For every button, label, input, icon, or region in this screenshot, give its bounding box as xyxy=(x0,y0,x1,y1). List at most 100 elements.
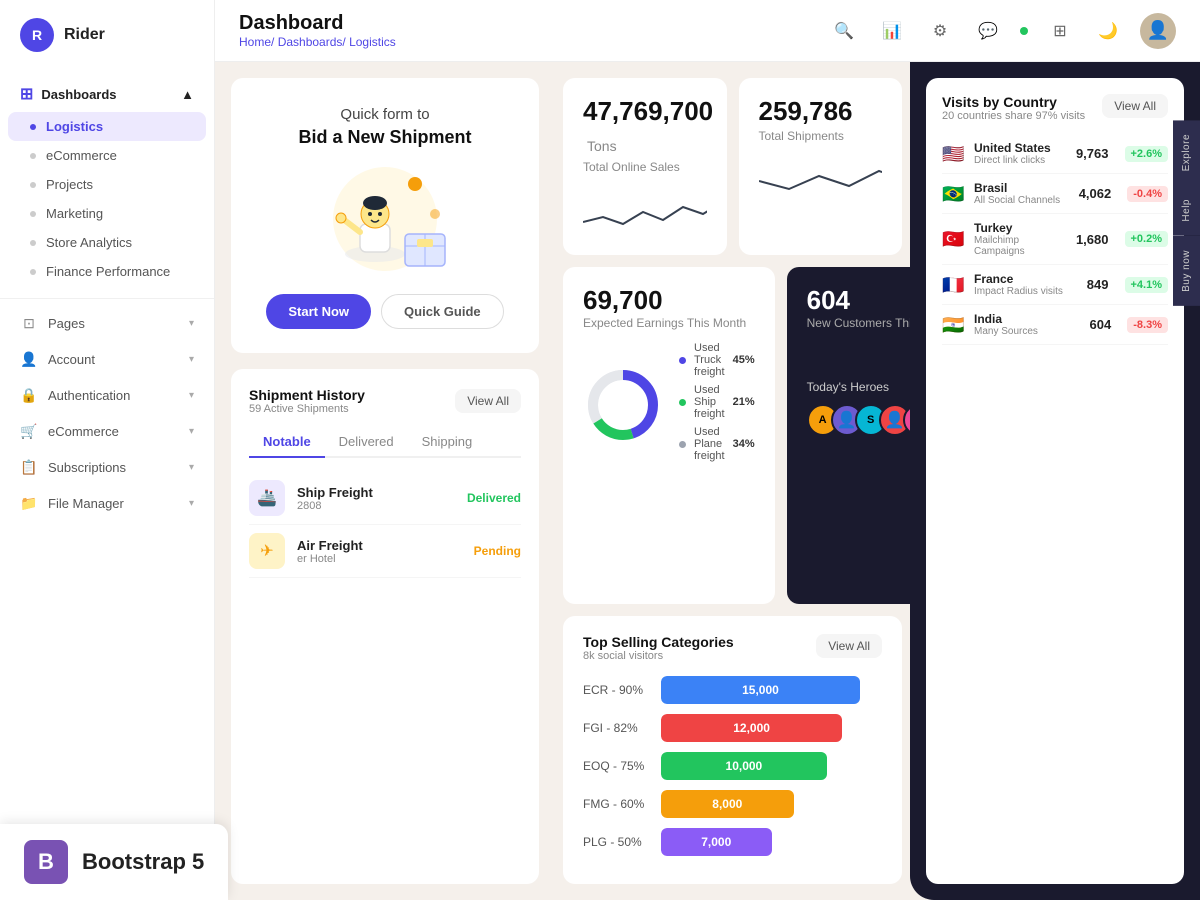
category-label: EOQ - 75% xyxy=(583,759,653,773)
promo-illustration xyxy=(305,164,465,274)
avatar[interactable]: 👤 xyxy=(1140,13,1176,49)
country-info: Brasil All Social Channels xyxy=(974,181,1071,206)
ecommerce-label: eCommerce xyxy=(48,424,119,439)
country-list: 🇺🇸 United States Direct link clicks 9,76… xyxy=(942,134,1168,345)
sidebar-item-label: Projects xyxy=(46,177,93,192)
country-item: 🇺🇸 United States Direct link clicks 9,76… xyxy=(942,134,1168,174)
online-sales-chart xyxy=(583,182,707,237)
chevron-icon: ▾ xyxy=(189,354,194,365)
sidebar-item-ecommerce-top[interactable]: 🛒 eCommerce ▾ xyxy=(0,413,214,449)
country-value: 4,062 xyxy=(1079,186,1112,201)
categories-card: Top Selling Categories 8k social visitor… xyxy=(563,616,902,884)
breadcrumb-home: Home/ xyxy=(239,35,278,49)
category-bar: 8,000 xyxy=(661,790,794,818)
account-icon: 👤 xyxy=(20,350,38,368)
bootstrap-icon: B xyxy=(24,840,68,884)
search-icon[interactable]: 🔍 xyxy=(828,15,860,47)
logo[interactable]: R Rider xyxy=(0,0,214,70)
sidebar-item-projects[interactable]: Projects xyxy=(0,170,214,199)
ship-id: 2808 xyxy=(297,500,455,512)
divider xyxy=(0,298,214,299)
country-value: 9,763 xyxy=(1076,146,1109,161)
country-info: India Many Sources xyxy=(974,312,1082,337)
sidebar-item-label: Store Analytics xyxy=(46,235,132,250)
ship-name: Ship Freight xyxy=(297,485,455,500)
shipment-title: Shipment History xyxy=(249,387,365,403)
help-tab[interactable]: Help xyxy=(1173,185,1200,236)
chat-icon[interactable]: 💬 xyxy=(972,15,1004,47)
grid-icon[interactable]: ⊞ xyxy=(1044,15,1076,47)
ship-value: 21% xyxy=(733,396,755,408)
country-item: 🇮🇳 India Many Sources 604 -8.3% xyxy=(942,305,1168,345)
countries-view-all-button[interactable]: View All xyxy=(1102,94,1168,118)
sidebar-item-store-analytics[interactable]: Store Analytics xyxy=(0,228,214,257)
logo-icon: R xyxy=(20,18,54,52)
shipment-view-all-button[interactable]: View All xyxy=(455,389,521,413)
chevron-up-icon: ▲ xyxy=(181,87,194,102)
dashboards-label: Dashboards xyxy=(41,87,116,102)
sidebar-item-label: Logistics xyxy=(46,119,103,134)
filemanager-icon: 📁 xyxy=(20,494,38,512)
country-change: -0.4% xyxy=(1127,186,1168,202)
tab-notable[interactable]: Notable xyxy=(249,427,325,458)
promo-card: Quick form to Bid a New Shipment xyxy=(231,78,539,353)
buy-now-tab[interactable]: Buy now xyxy=(1173,236,1200,306)
pages-icon: ⊡ xyxy=(20,314,38,332)
country-info: France Impact Radius visits xyxy=(974,272,1079,297)
earnings-label: Expected Earnings This Month xyxy=(583,316,755,330)
shipments-card: 259,786 Total Shipments xyxy=(739,78,903,255)
categories-view-all-button[interactable]: View All xyxy=(816,634,882,658)
auth-label: Authentication xyxy=(48,388,130,403)
categories-header: Top Selling Categories 8k social visitor… xyxy=(583,634,882,662)
sidebar-item-finance[interactable]: Finance Performance xyxy=(0,257,214,286)
country-change: +0.2% xyxy=(1125,231,1169,247)
dot xyxy=(30,153,36,159)
theme-icon[interactable]: 🌙 xyxy=(1092,15,1124,47)
category-bar-item: FGI - 82% 12,000 xyxy=(583,714,882,742)
header-right: 🔍 📊 ⚙ 💬 ⊞ 🌙 👤 xyxy=(828,13,1176,49)
sidebar-item-label: Finance Performance xyxy=(46,264,170,279)
breadcrumb-current: Logistics xyxy=(349,35,396,49)
country-name: United States xyxy=(974,141,1068,155)
legend-truck: Used Truck freight 45% xyxy=(679,342,755,378)
sidebar-item-marketing[interactable]: Marketing xyxy=(0,199,214,228)
stats-row: 47,769,700 Tons Total Online Sales 259,7… xyxy=(563,78,902,255)
sidebar-item-label: Marketing xyxy=(46,206,103,221)
subscriptions-label: Subscriptions xyxy=(48,460,126,475)
explore-tab[interactable]: Explore xyxy=(1173,120,1200,185)
promo-buttons: Start Now Quick Guide xyxy=(255,294,515,329)
sidebar-item-logistics[interactable]: Logistics xyxy=(8,112,206,141)
legend-ship: Used Ship freight 21% xyxy=(679,384,755,420)
plane-value: 34% xyxy=(733,438,755,450)
tab-delivered[interactable]: Delivered xyxy=(325,427,408,458)
sidebar-item-subscriptions[interactable]: 📋 Subscriptions ▾ xyxy=(0,449,214,485)
customers-label: New Customers This Month xyxy=(807,316,910,330)
country-value: 604 xyxy=(1090,317,1112,332)
start-now-button[interactable]: Start Now xyxy=(266,294,371,329)
quick-guide-button[interactable]: Quick Guide xyxy=(381,294,504,329)
tab-shipping[interactable]: Shipping xyxy=(408,427,487,458)
auth-icon: 🔒 xyxy=(20,386,38,404)
hero-avatars: A 👤 S 👤 P 👤 +42 xyxy=(807,404,910,436)
chevron-icon: ▾ xyxy=(189,498,194,509)
category-bar-item: EOQ - 75% 10,000 xyxy=(583,752,882,780)
sidebar-item-auth[interactable]: 🔒 Authentication ▾ xyxy=(0,377,214,413)
main-area: Dashboard Home/ Dashboards/ Logistics 🔍 … xyxy=(215,0,1200,900)
chevron-icon: ▾ xyxy=(189,390,194,401)
sidebar-item-filemanager[interactable]: 📁 File Manager ▾ xyxy=(0,485,214,521)
legend-plane: Used Plane freight 34% xyxy=(679,426,755,462)
sidebar-item-account[interactable]: 👤 Account ▾ xyxy=(0,341,214,377)
active-dot xyxy=(30,124,36,130)
chart-icon[interactable]: 📊 xyxy=(876,15,908,47)
settings-icon[interactable]: ⚙ xyxy=(924,15,956,47)
countries-card: Visits by Country 20 countries share 97%… xyxy=(926,78,1184,884)
dashboards-section: ⊞ Dashboards ▲ Logistics eCommerce Proje… xyxy=(0,70,214,292)
sidebar-item-ecommerce[interactable]: eCommerce xyxy=(0,141,214,170)
dashboards-group[interactable]: ⊞ Dashboards ▲ xyxy=(0,76,214,112)
category-bar-item: FMG - 60% 8,000 xyxy=(583,790,882,818)
category-bar-bg: 8,000 xyxy=(661,790,882,818)
category-bar: 15,000 xyxy=(661,676,860,704)
countries-header: Visits by Country 20 countries share 97%… xyxy=(942,94,1168,122)
sidebar-item-pages[interactable]: ⊡ Pages ▾ xyxy=(0,305,214,341)
shipments-label: Total Shipments xyxy=(759,129,883,143)
